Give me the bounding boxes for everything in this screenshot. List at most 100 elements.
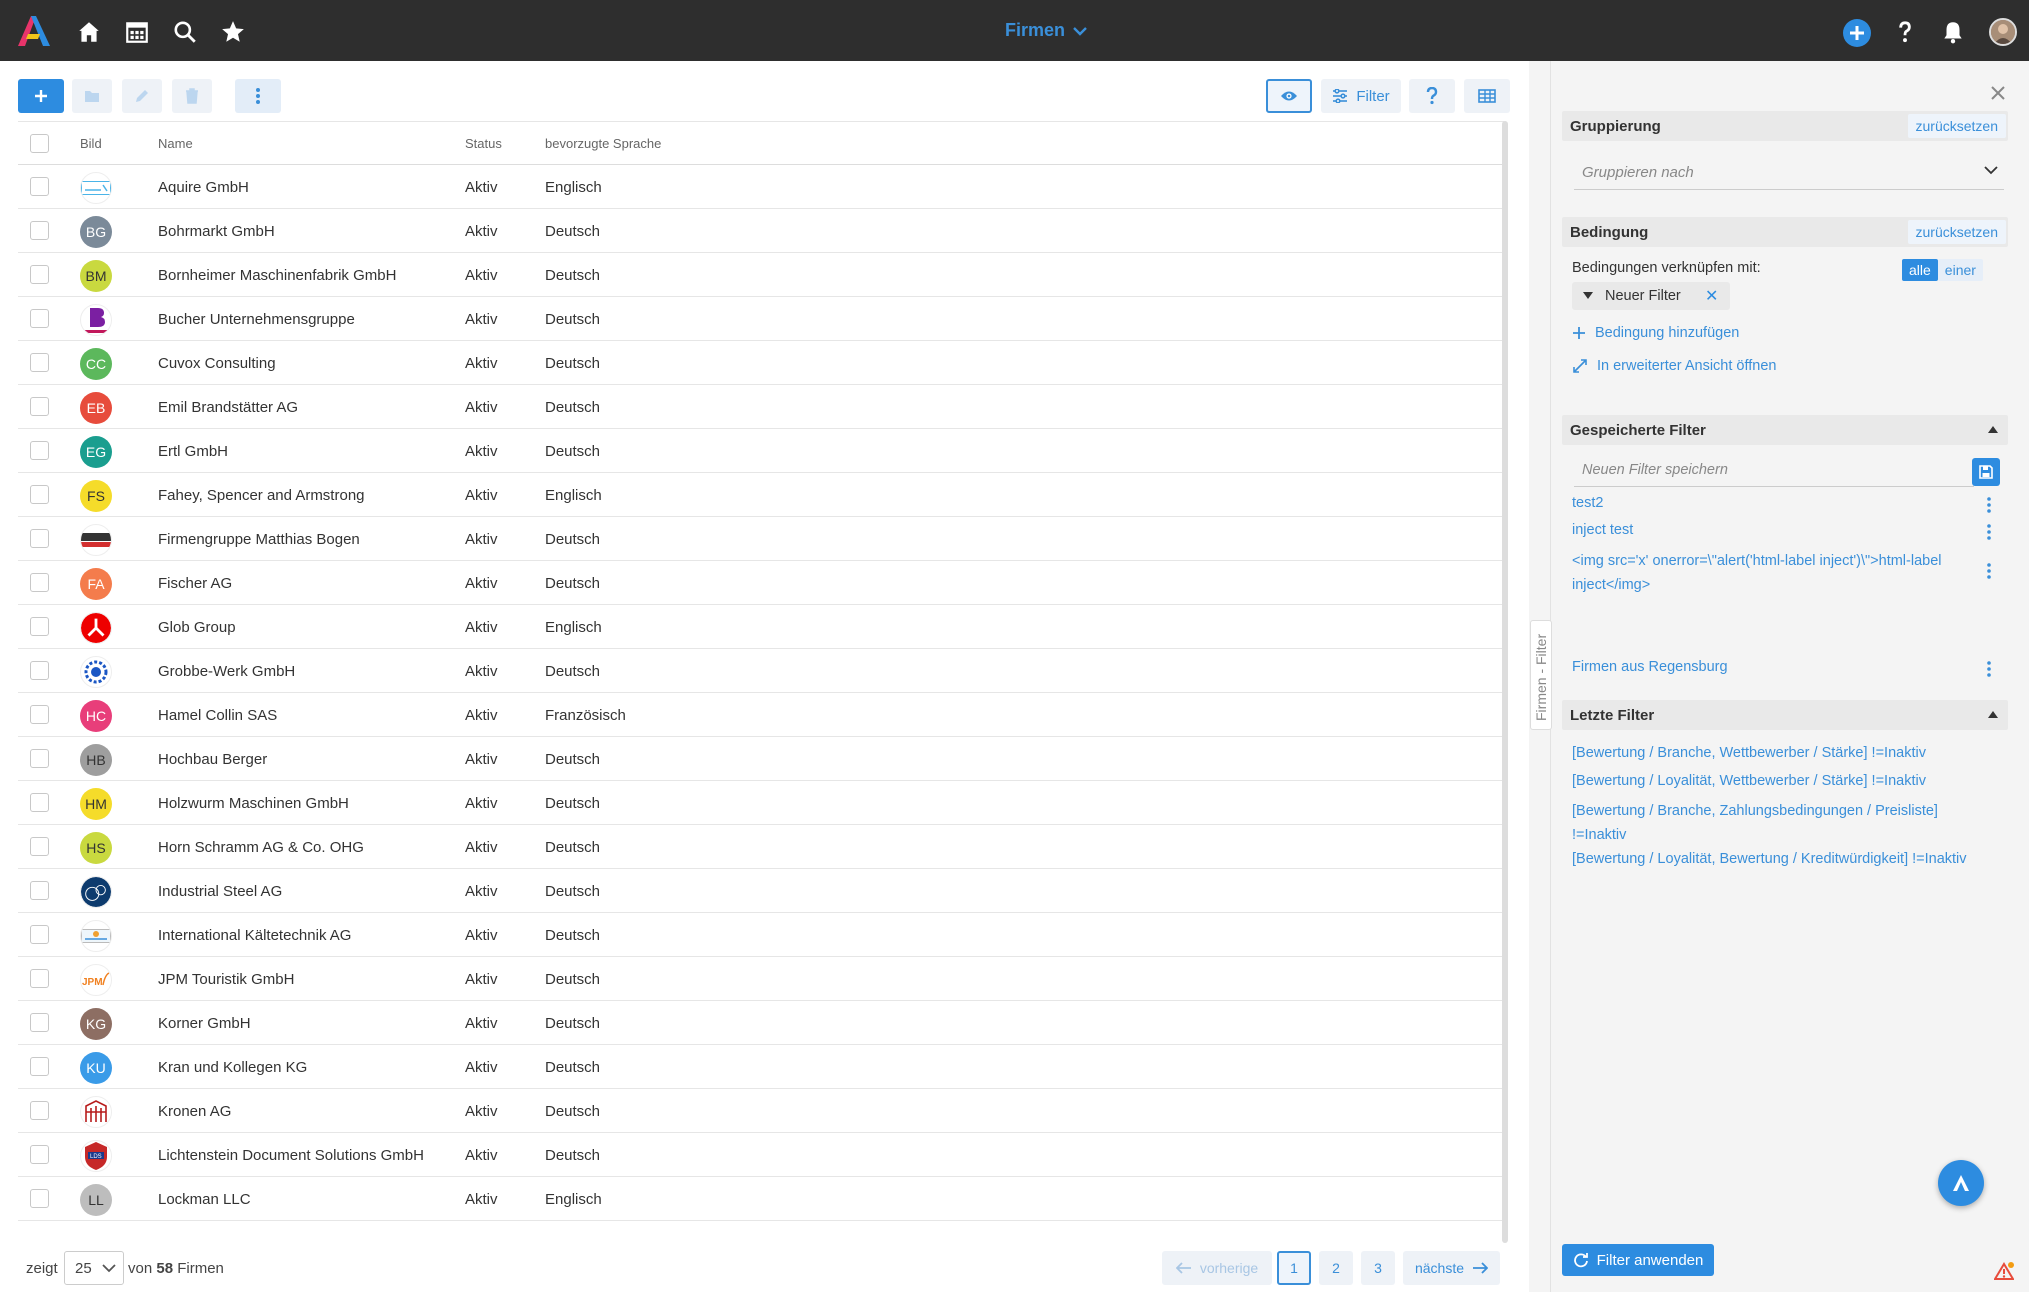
row-checkbox[interactable]: [30, 661, 49, 680]
row-checkbox[interactable]: [30, 793, 49, 812]
add-button[interactable]: [18, 79, 64, 113]
table-row[interactable]: BM Bornheimer Maschinenfabrik GmbH Aktiv De…: [18, 253, 1504, 297]
recent-filter-item[interactable]: [Bewertung / Branche, Zahlungsbedingunge…: [1572, 799, 1992, 847]
table-row[interactable]: HS Horn Schramm AG & Co. OHG Aktiv Deutsch: [18, 825, 1504, 869]
saved-filter-menu-icon[interactable]: [1986, 660, 1992, 678]
table-row[interactable]: Kronen AG Aktiv Deutsch: [18, 1089, 1504, 1133]
company-name[interactable]: Grobbe-Werk GmbH: [158, 663, 295, 680]
row-checkbox[interactable]: [30, 881, 49, 900]
group-by-select[interactable]: Gruppieren nach: [1574, 156, 2004, 190]
filter-button[interactable]: Filter: [1321, 79, 1401, 113]
star-icon[interactable]: [220, 19, 246, 45]
close-panel-icon[interactable]: [1990, 85, 2006, 101]
row-checkbox[interactable]: [30, 221, 49, 240]
condition-reset-button[interactable]: zurücksetzen: [1907, 220, 2006, 244]
page-button-1[interactable]: 1: [1277, 1251, 1311, 1285]
row-checkbox[interactable]: [30, 353, 49, 372]
calendar-icon[interactable]: [124, 19, 150, 45]
page-size-select[interactable]: 25: [64, 1251, 124, 1285]
company-name[interactable]: Bucher Unternehmensgruppe: [158, 311, 355, 328]
table-row[interactable]: CC Cuvox Consulting Aktiv Deutsch: [18, 341, 1504, 385]
table-row[interactable]: Grobbe-Werk GmbH Aktiv Deutsch: [18, 649, 1504, 693]
row-checkbox[interactable]: [30, 705, 49, 724]
table-row[interactable]: Firmengruppe Matthias Bogen Aktiv Deutsch: [18, 517, 1504, 561]
company-name[interactable]: JPM Touristik GmbH: [158, 971, 294, 988]
company-name[interactable]: Aquire GmbH: [158, 179, 249, 196]
row-checkbox[interactable]: [30, 397, 49, 416]
column-header-language[interactable]: bevorzugte Sprache: [545, 136, 661, 151]
row-checkbox[interactable]: [30, 749, 49, 768]
company-name[interactable]: Hochbau Berger: [158, 751, 267, 768]
table-row[interactable]: HM Holzwurm Maschinen GmbH Aktiv Deutsch: [18, 781, 1504, 825]
page-button-3[interactable]: 3: [1361, 1251, 1395, 1285]
row-checkbox[interactable]: [30, 309, 49, 328]
app-title[interactable]: Firmen: [1005, 20, 1087, 41]
table-row[interactable]: FA Fischer AG Aktiv Deutsch: [18, 561, 1504, 605]
home-icon[interactable]: [76, 19, 102, 45]
page-button-2[interactable]: 2: [1319, 1251, 1353, 1285]
user-avatar[interactable]: [1989, 18, 2017, 46]
company-name[interactable]: Cuvox Consulting: [158, 355, 276, 372]
company-name[interactable]: Bohrmarkt GmbH: [158, 223, 275, 240]
saved-filter-item[interactable]: <img src='x' onerror=\"alert('html-label…: [1572, 549, 1972, 597]
company-name[interactable]: International Kältetechnik AG: [158, 927, 351, 944]
recent-filter-item[interactable]: [Bewertung / Loyalität, Bewertung / Kred…: [1572, 851, 1967, 867]
company-name[interactable]: Lockman LLC: [158, 1191, 251, 1208]
saved-filter-item[interactable]: inject test: [1572, 522, 1633, 538]
company-name[interactable]: Fischer AG: [158, 575, 232, 592]
row-checkbox[interactable]: [30, 1189, 49, 1208]
saved-filter-menu-icon[interactable]: [1986, 562, 1992, 580]
table-row[interactable]: EB Emil Brandstätter AG Aktiv Deutsch: [18, 385, 1504, 429]
table-row[interactable]: HB Hochbau Berger Aktiv Deutsch: [18, 737, 1504, 781]
recent-filter-item[interactable]: [Bewertung / Loyalität, Wettbewerber / S…: [1572, 773, 1926, 789]
add-condition-link[interactable]: Bedingung hinzufügen: [1572, 325, 1739, 341]
next-page-button[interactable]: nächste: [1403, 1251, 1500, 1285]
row-checkbox[interactable]: [30, 177, 49, 196]
select-all-checkbox[interactable]: [30, 134, 49, 153]
company-name[interactable]: Horn Schramm AG & Co. OHG: [158, 839, 364, 856]
help-icon[interactable]: [1892, 19, 1918, 45]
table-view-button[interactable]: [1464, 79, 1510, 113]
row-checkbox[interactable]: [30, 529, 49, 548]
saved-filter-item[interactable]: Firmen aus Regensburg: [1572, 659, 1728, 675]
table-row[interactable]: Glob Group Aktiv Englisch: [18, 605, 1504, 649]
company-name[interactable]: Korner GmbH: [158, 1015, 251, 1032]
company-name[interactable]: Kran und Kollegen KG: [158, 1059, 307, 1076]
row-checkbox[interactable]: [30, 1101, 49, 1120]
company-name[interactable]: Firmengruppe Matthias Bogen: [158, 531, 360, 548]
recent-filter-item[interactable]: [Bewertung / Branche, Wettbewerber / Stä…: [1572, 745, 1926, 761]
row-checkbox[interactable]: [30, 837, 49, 856]
company-name[interactable]: Kronen AG: [158, 1103, 231, 1120]
view-toggle-button[interactable]: [1266, 79, 1312, 113]
warning-icon[interactable]: [1994, 1262, 2014, 1280]
row-checkbox[interactable]: [30, 265, 49, 284]
company-name[interactable]: Emil Brandstätter AG: [158, 399, 298, 416]
table-row[interactable]: FS Fahey, Spencer and Armstrong Aktiv Engli…: [18, 473, 1504, 517]
row-checkbox[interactable]: [30, 1057, 49, 1076]
saved-filter-menu-icon[interactable]: [1986, 523, 1992, 541]
combine-all-option[interactable]: alle: [1902, 259, 1938, 281]
row-checkbox[interactable]: [30, 441, 49, 460]
prev-page-button[interactable]: vorherige: [1162, 1251, 1272, 1285]
saved-filter-menu-icon[interactable]: [1986, 496, 1992, 514]
table-scrollbar[interactable]: [1502, 121, 1508, 1243]
grouping-reset-button[interactable]: zurücksetzen: [1907, 114, 2006, 138]
saved-filter-item[interactable]: test2: [1572, 495, 1603, 511]
table-row[interactable]: International Kältetechnik AG Aktiv Deutsc…: [18, 913, 1504, 957]
delete-button[interactable]: [172, 79, 212, 113]
table-row[interactable]: LDS Lichtenstein Document Solutions GmbH A…: [18, 1133, 1504, 1177]
row-checkbox[interactable]: [30, 925, 49, 944]
table-row[interactable]: JPM JPM Touristik GmbH Aktiv Deutsch: [18, 957, 1504, 1001]
combine-any-option[interactable]: einer: [1937, 259, 1983, 281]
new-filter-chip[interactable]: Neuer Filter ✕: [1572, 282, 1730, 310]
edit-button[interactable]: [122, 79, 162, 113]
row-checkbox[interactable]: [30, 1013, 49, 1032]
saved-filters-section-header[interactable]: Gespeicherte Filter: [1562, 415, 2008, 445]
row-checkbox[interactable]: [30, 573, 49, 592]
company-name[interactable]: Ertl GmbH: [158, 443, 228, 460]
column-header-image[interactable]: Bild: [80, 136, 102, 151]
recent-filters-section-header[interactable]: Letzte Filter: [1562, 700, 2008, 730]
table-row[interactable]: Bucher Unternehmensgruppe Aktiv Deutsch: [18, 297, 1504, 341]
column-header-name[interactable]: Name: [158, 136, 193, 151]
company-name[interactable]: Industrial Steel AG: [158, 883, 282, 900]
